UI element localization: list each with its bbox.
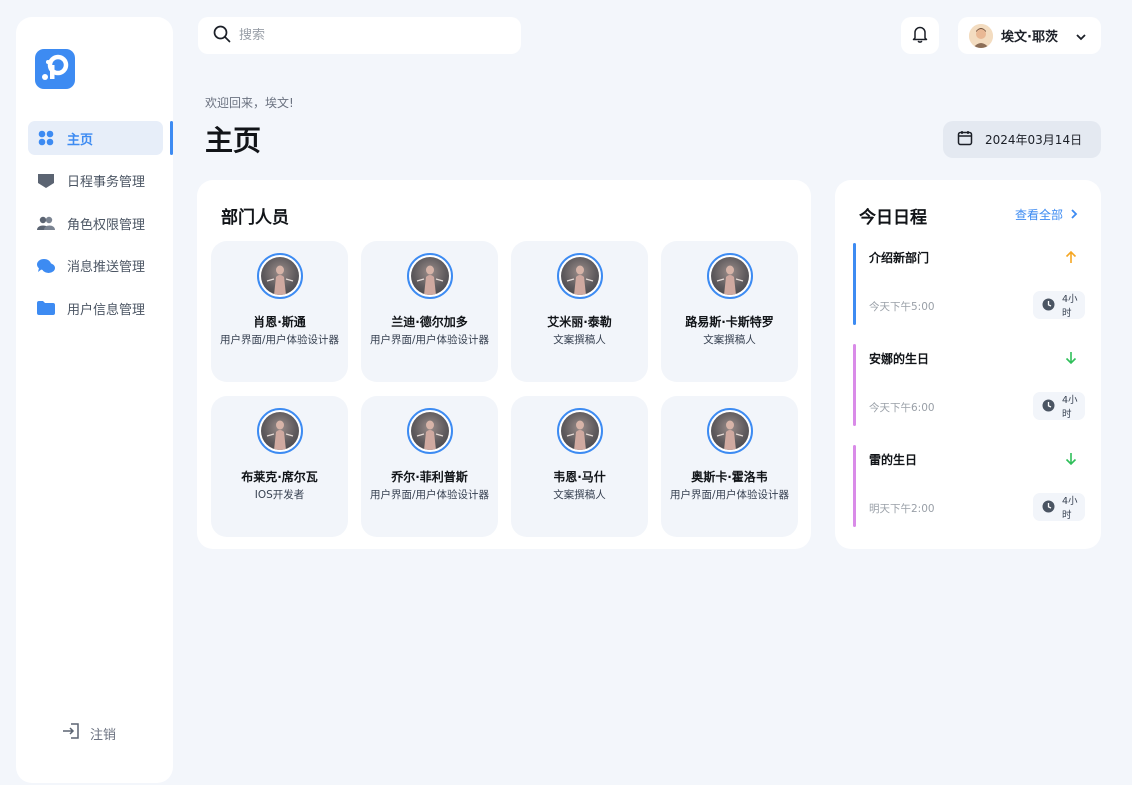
department-title: 部门人员	[221, 208, 289, 228]
clock-icon	[1042, 296, 1055, 315]
member-name: 奥斯卡·霍洛韦	[691, 470, 768, 484]
bell-icon	[912, 25, 928, 47]
avatar	[707, 253, 753, 299]
member-name: 乔尔·菲利普斯	[391, 470, 468, 484]
event-color-bar	[853, 344, 856, 426]
grid-icon	[37, 129, 55, 147]
sidebar-item-home[interactable]: 主页	[28, 121, 173, 155]
sidebar-item-label: 消息推送管理	[67, 260, 146, 275]
user-menu[interactable]: 埃文·耶茨	[958, 17, 1101, 54]
avatar	[407, 253, 453, 299]
sidebar-item-label: 主页	[67, 132, 94, 148]
sidebar-item-label: 日程事务管理	[67, 175, 146, 190]
event-time: 今天下午5:00	[869, 301, 935, 313]
member-card[interactable]: 布莱克·席尔瓦 IOS开发者	[211, 396, 348, 537]
event-title: 雷的生日	[869, 453, 918, 467]
avatar	[257, 408, 303, 454]
arrow-down-icon	[1065, 451, 1077, 470]
clock-icon	[1042, 498, 1055, 517]
event-title: 介绍新部门	[869, 251, 930, 265]
page-title: 主页	[205, 124, 262, 157]
member-card[interactable]: 艾米丽·泰勒 文案撰稿人	[511, 241, 648, 382]
schedule-event[interactable]: 雷的生日 明天下午2:00 4小时	[853, 445, 1085, 527]
logout-button[interactable]: 注销	[62, 723, 116, 743]
member-name: 肖恩·斯通	[253, 315, 306, 329]
event-title: 安娜的生日	[869, 352, 930, 366]
arrow-down-icon	[1065, 350, 1077, 369]
department-card: 部门人员 肖恩·斯通 用户界面/用户体验设计器 兰迪·德尔加多 用户界面/用户体…	[197, 180, 811, 549]
schedule-card: 今日日程 查看全部 介绍新部门 今天下午5:00 4小时 安娜的生日 今天下午6…	[835, 180, 1101, 549]
member-card[interactable]: 路易斯·卡斯特罗 文案撰稿人	[661, 241, 798, 382]
users-icon	[37, 214, 55, 232]
view-all-label: 查看全部	[1015, 208, 1064, 222]
folder-icon	[37, 299, 55, 317]
notification-button[interactable]	[901, 17, 939, 54]
member-card[interactable]: 奥斯卡·霍洛韦 用户界面/用户体验设计器	[661, 396, 798, 537]
member-name: 路易斯·卡斯特罗	[685, 315, 774, 329]
event-color-bar	[853, 243, 856, 325]
event-time: 明天下午2:00	[869, 503, 935, 515]
member-role: 用户界面/用户体验设计器	[219, 334, 340, 346]
logout-icon	[62, 723, 80, 743]
event-time: 今天下午6:00	[869, 402, 935, 414]
duration-badge: 4小时	[1033, 493, 1085, 521]
event-color-bar	[853, 445, 856, 527]
date-picker[interactable]: 2024年03月14日	[943, 121, 1101, 158]
schedule-event[interactable]: 安娜的生日 今天下午6:00 4小时	[853, 344, 1085, 426]
sidebar-item-users[interactable]: 用户信息管理	[28, 291, 173, 325]
member-role: 文案撰稿人	[553, 489, 606, 501]
clock-icon	[1042, 397, 1055, 416]
arrow-up-icon	[1065, 249, 1077, 268]
sidebar-item-label: 角色权限管理	[67, 217, 146, 233]
member-card[interactable]: 兰迪·德尔加多 用户界面/用户体验设计器	[361, 241, 498, 382]
member-name: 布莱克·席尔瓦	[241, 470, 318, 484]
member-card[interactable]: 韦恩·马什 文案撰稿人	[511, 396, 648, 537]
member-role: 用户界面/用户体验设计器	[369, 334, 490, 346]
event-duration: 4小时	[1062, 294, 1078, 319]
schedule-event[interactable]: 介绍新部门 今天下午5:00 4小时	[853, 243, 1085, 325]
duration-badge: 4小时	[1033, 392, 1085, 420]
sidebar-item-messages[interactable]: 消息推送管理	[28, 249, 173, 283]
logout-label: 注销	[90, 727, 117, 743]
view-all-link[interactable]: 查看全部	[1015, 206, 1078, 223]
member-role: 用户界面/用户体验设计器	[369, 489, 490, 501]
sidebar-item-schedule[interactable]: 日程事务管理	[28, 164, 173, 198]
member-name: 兰迪·德尔加多	[391, 315, 468, 329]
avatar	[969, 23, 993, 48]
avatar	[557, 253, 603, 299]
search-icon	[213, 25, 231, 47]
app-logo[interactable]	[35, 49, 75, 89]
member-name: 韦恩·马什	[553, 470, 606, 484]
sidebar-item-roles[interactable]: 角色权限管理	[28, 206, 173, 240]
search-input[interactable]	[239, 28, 489, 43]
sidebar: 主页 日程事务管理 角色权限管理 消息推送管理 用户信息管理 注销	[16, 17, 173, 783]
member-card[interactable]: 肖恩·斯通 用户界面/用户体验设计器	[211, 241, 348, 382]
avatar	[407, 408, 453, 454]
chevron-right-icon	[1071, 208, 1078, 222]
avatar	[557, 408, 603, 454]
calendar-icon	[957, 130, 973, 150]
user-name: 埃文·耶茨	[1001, 30, 1058, 45]
chevron-down-icon	[1076, 26, 1086, 45]
date-text: 2024年03月14日	[985, 133, 1083, 147]
member-grid: 肖恩·斯通 用户界面/用户体验设计器 兰迪·德尔加多 用户界面/用户体验设计器 …	[211, 241, 798, 537]
welcome-text: 欢迎回来，埃文!	[205, 96, 294, 110]
chat-icon	[37, 257, 55, 275]
member-role: IOS开发者	[254, 489, 305, 501]
member-name: 艾米丽·泰勒	[547, 315, 612, 329]
schedule-title: 今日日程	[859, 208, 927, 228]
avatar	[257, 253, 303, 299]
member-card[interactable]: 乔尔·菲利普斯 用户界面/用户体验设计器	[361, 396, 498, 537]
event-duration: 4小时	[1062, 395, 1078, 420]
member-role: 文案撰稿人	[703, 334, 756, 346]
event-duration: 4小时	[1062, 496, 1078, 521]
member-role: 用户界面/用户体验设计器	[669, 489, 790, 501]
inbox-icon	[37, 172, 55, 190]
avatar	[707, 408, 753, 454]
duration-badge: 4小时	[1033, 291, 1085, 319]
member-role: 文案撰稿人	[553, 334, 606, 346]
search-bar	[198, 17, 521, 54]
sidebar-item-label: 用户信息管理	[67, 302, 146, 318]
sidebar-nav: 主页 日程事务管理 角色权限管理 消息推送管理 用户信息管理	[28, 121, 173, 334]
